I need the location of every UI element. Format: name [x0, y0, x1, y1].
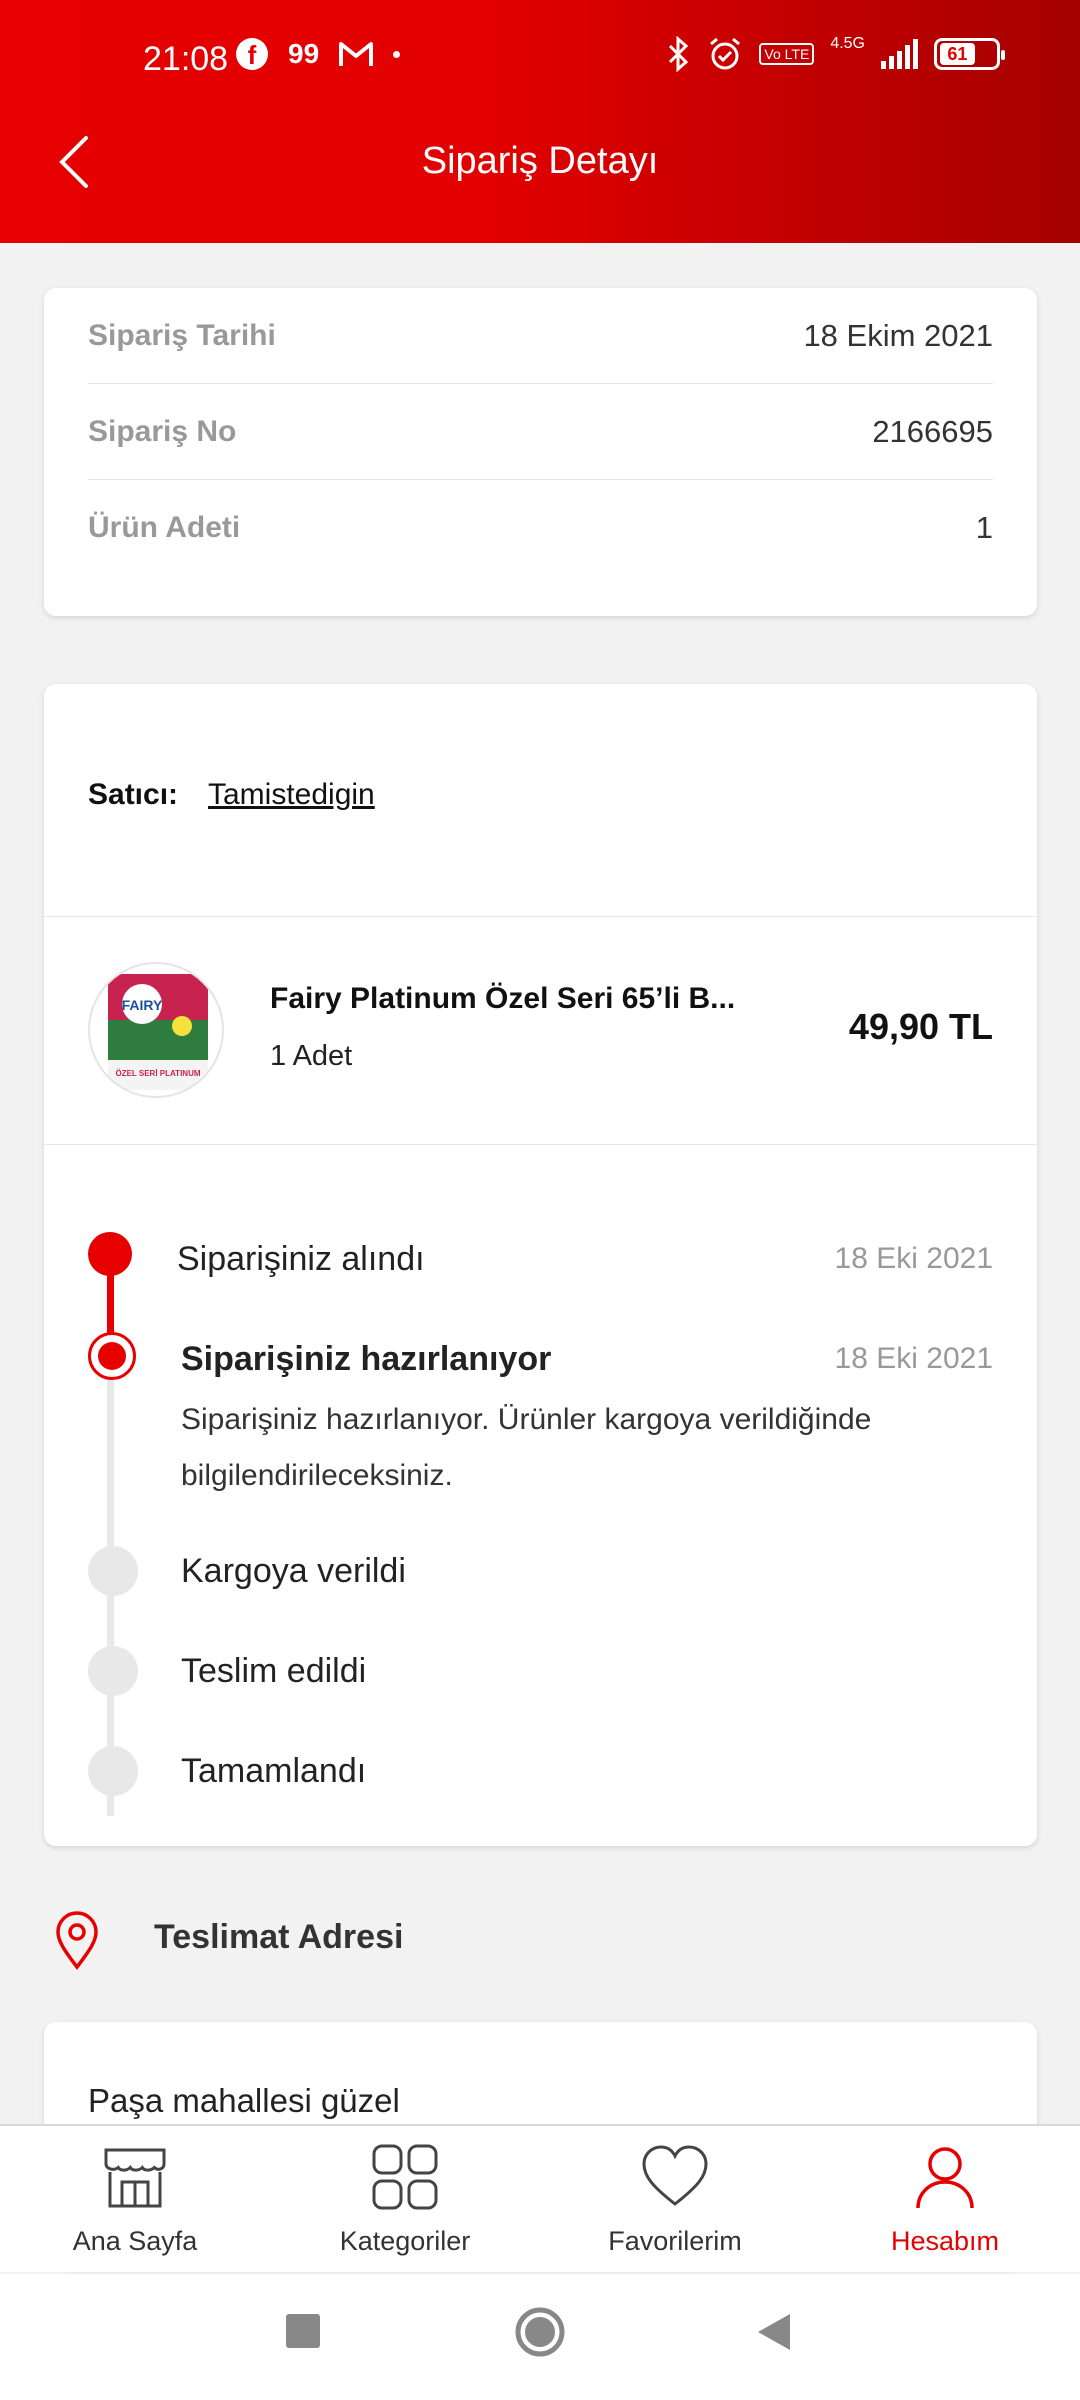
divider: [44, 916, 1037, 917]
bottom-navigation: Ana Sayfa Kategoriler Favorilerim Hesabı…: [0, 2124, 1080, 2272]
nav-label: Kategoriler: [339, 2226, 471, 2256]
bluetooth-icon: [669, 36, 689, 72]
seller-row: Satıcı: Tamistedigin: [88, 778, 375, 812]
user-icon: [916, 2147, 974, 2209]
battery-icon: 61: [934, 38, 1005, 70]
page-title: Sipariş Detayı: [421, 140, 659, 182]
order-info-card: Sipariş Tarihi 18 Ekim 2021 Sipariş No 2…: [44, 288, 1037, 616]
seller-link[interactable]: Tamistedigin: [208, 778, 375, 812]
timeline-dot-done: [88, 1232, 132, 1276]
order-date-value: 18 Ekim 2021: [803, 317, 993, 353]
status-right-icons: Vo LTE 4.5G 61: [667, 35, 1005, 72]
status-bar: 21:08 f 99 Vo LTE 4.5G 61: [0, 0, 1080, 90]
nav-label: Ana Sayfa: [72, 2226, 198, 2256]
address-line: Paşa mahallesi güzel: [88, 2082, 400, 2119]
location-pin-icon: [56, 1911, 98, 1970]
product-series-text: ÖZEL SERİ PLATINUM: [115, 1069, 200, 1078]
grid-icon: [372, 2144, 438, 2210]
timeline-step-title: Siparişiniz alındı: [177, 1240, 425, 1278]
product-count-value: 1: [975, 510, 993, 545]
order-date-label: Sipariş Tarihi: [88, 318, 276, 352]
store-icon: [104, 2148, 166, 2208]
volte-icon: Vo LTE: [759, 43, 815, 65]
status-time: 21:08: [143, 40, 229, 78]
heart-icon: [642, 2145, 708, 2206]
seller-label: Satıcı:: [88, 778, 179, 811]
order-number-row: Sipariş No 2166695: [88, 384, 993, 480]
product-price: 49,90 TL: [848, 1006, 993, 1047]
timeline-step-title: Kargoya verildi: [181, 1552, 406, 1590]
timeline-step-date: 18 Eki 2021: [834, 1342, 993, 1375]
battery-level: 61: [940, 43, 975, 65]
product-package-icon: FAIRY ÖZEL SERİ PLATINUM: [108, 974, 208, 1090]
recent-apps-icon[interactable]: [286, 2314, 320, 2348]
timeline-step-title: Teslim edildi: [181, 1652, 367, 1690]
order-detail-card: Satıcı: Tamistedigin FAIRY ÖZEL SERİ PLA…: [44, 684, 1037, 1846]
timeline-step-description: Siparişiniz hazırlanıyor. Ürünler kargoy…: [181, 1403, 872, 1492]
product-image[interactable]: FAIRY ÖZEL SERİ PLATINUM: [88, 962, 224, 1098]
signal-icon: [881, 39, 918, 69]
delivery-address-title: Teslimat Adresi: [154, 1918, 404, 1956]
more-notifications-dot: [393, 50, 401, 58]
nav-label: Hesabım: [890, 2226, 1000, 2256]
nav-account[interactable]: Hesabım: [835, 2142, 1055, 2257]
nav-home[interactable]: Ana Sayfa: [25, 2142, 245, 2257]
product-brand-text: FAIRY: [122, 997, 163, 1013]
app-header: 21:08 f 99 Vo LTE 4.5G 61 Sipariş Detayı: [0, 0, 1080, 243]
notification-icons: f 99: [236, 38, 401, 70]
order-date-row: Sipariş Tarihi 18 Ekim 2021: [88, 288, 993, 384]
network-type: 4.5G: [830, 35, 865, 52]
product-count-label: Ürün Adeti: [88, 511, 241, 544]
notification-99-icon: 99: [288, 38, 320, 69]
home-button-icon[interactable]: [514, 2306, 566, 2358]
nav-label: Favorilerim: [608, 2226, 742, 2256]
facebook-icon: f: [236, 38, 268, 70]
gmail-icon: [339, 42, 374, 66]
system-navigation-bar: [0, 2274, 1080, 2400]
timeline-dot-pending: [88, 1646, 138, 1696]
timeline-step-date: 18 Eki 2021: [834, 1242, 993, 1275]
divider: [44, 1144, 1037, 1145]
alarm-icon: [710, 37, 741, 70]
back-triangle-icon[interactable]: [756, 2312, 792, 2352]
product-quantity: 1 Adet: [270, 1040, 353, 1072]
nav-categories[interactable]: Kategoriler: [295, 2142, 515, 2257]
product-count-row: Ürün Adeti 1: [88, 480, 993, 576]
timeline-step-title: Siparişiniz hazırlanıyor: [181, 1340, 552, 1378]
order-number-value: 2166695: [872, 413, 993, 449]
timeline-dot-pending: [88, 1546, 138, 1596]
product-name[interactable]: Fairy Platinum Özel Seri 65’li B...: [270, 982, 735, 1016]
timeline-dot-pending: [88, 1746, 138, 1796]
nav-favorites[interactable]: Favorilerim: [565, 2142, 785, 2257]
timeline-step-title: Tamamlandı: [181, 1752, 367, 1790]
order-number-label: Sipariş No: [88, 414, 237, 448]
timeline-dot-current: [88, 1332, 136, 1380]
